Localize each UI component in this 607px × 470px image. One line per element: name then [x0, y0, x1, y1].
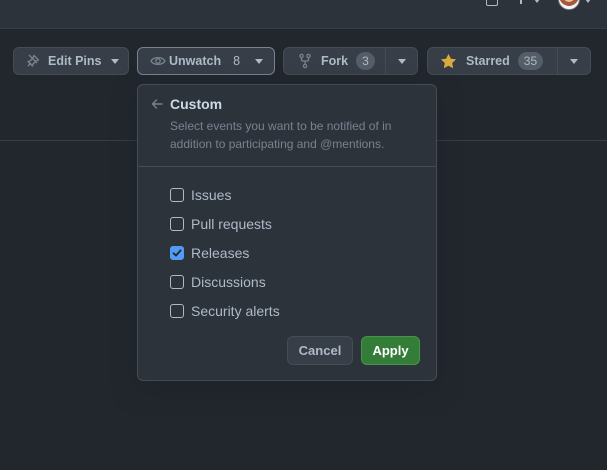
- eye-icon: [150, 56, 166, 66]
- cancel-button[interactable]: Cancel: [287, 336, 353, 365]
- checkbox[interactable]: [170, 275, 184, 289]
- chevron-down-icon[interactable]: [534, 0, 540, 3]
- option-releases[interactable]: Releases: [170, 243, 249, 263]
- starred-button[interactable]: Starred 35: [427, 47, 558, 75]
- chevron-down-icon: [111, 58, 120, 64]
- option-pull-requests[interactable]: Pull requests: [170, 214, 272, 234]
- chevron-down-icon[interactable]: [585, 0, 591, 3]
- top-nav-bar: [0, 0, 607, 29]
- plus-icon[interactable]: [520, 0, 522, 4]
- option-label: Discussions: [191, 274, 266, 290]
- option-label: Issues: [191, 187, 232, 203]
- apply-button[interactable]: Apply: [361, 336, 420, 365]
- option-discussions[interactable]: Discussions: [170, 272, 266, 292]
- option-label: Releases: [191, 245, 250, 261]
- fork-label: Fork: [321, 54, 349, 68]
- chevron-down-icon: [255, 58, 264, 64]
- fork-icon: [299, 53, 311, 69]
- avatar[interactable]: [558, 0, 580, 10]
- popover-header: Custom Select events you want to be noti…: [138, 85, 436, 167]
- chevron-down-icon: [397, 58, 406, 64]
- star-dropdown-button[interactable]: [557, 47, 591, 75]
- checkbox[interactable]: [170, 188, 184, 202]
- unwatch-label: Unwatch: [169, 54, 222, 68]
- star-icon: [440, 53, 457, 68]
- fork-count: 3: [356, 52, 375, 70]
- option-issues[interactable]: Issues: [170, 185, 231, 205]
- fork-button[interactable]: Fork 3: [283, 47, 386, 75]
- edit-pins-label: Edit Pins: [48, 54, 102, 68]
- checkbox[interactable]: [170, 304, 184, 318]
- watchers-count: 8: [233, 54, 241, 68]
- fork-dropdown-button[interactable]: [385, 47, 418, 75]
- option-label: Pull requests: [191, 216, 272, 232]
- custom-watch-popover: Custom Select events you want to be noti…: [137, 84, 437, 381]
- edit-pins-button[interactable]: Edit Pins: [13, 47, 129, 75]
- checkbox[interactable]: [170, 217, 184, 231]
- chevron-down-icon: [570, 58, 578, 64]
- bell-icon[interactable]: [486, 0, 498, 6]
- popover-description: Select events you want to be notified of…: [170, 119, 392, 151]
- pin-icon: [27, 54, 40, 67]
- starred-label: Starred: [466, 54, 510, 68]
- star-count: 35: [517, 52, 544, 70]
- check-icon: [172, 249, 182, 257]
- option-label: Security alerts: [191, 303, 280, 319]
- unwatch-button[interactable]: Unwatch 8: [137, 47, 275, 75]
- popover-title: Custom: [170, 96, 223, 112]
- checkbox-checked[interactable]: [170, 246, 184, 260]
- option-security-alerts[interactable]: Security alerts: [170, 301, 280, 321]
- arrow-left-icon[interactable]: [150, 97, 164, 111]
